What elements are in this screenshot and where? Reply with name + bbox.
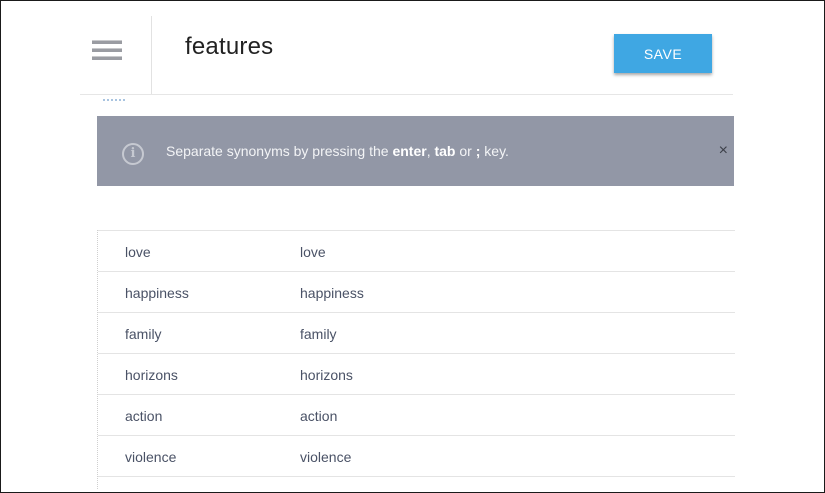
synonyms-table: love love happiness happiness family fam…	[97, 230, 735, 489]
info-banner: i Separate synonyms by pressing the ente…	[97, 116, 734, 186]
info-icon: i	[122, 143, 144, 165]
close-icon[interactable]: ×	[719, 142, 728, 160]
entry-value[interactable]: horizons	[125, 367, 178, 383]
save-button[interactable]: SAVE	[614, 34, 712, 73]
entry-synonym[interactable]: horizons	[300, 367, 353, 383]
key-enter: enter	[392, 143, 427, 159]
entry-synonym[interactable]: violence	[300, 449, 351, 465]
table-row-partial	[98, 476, 735, 489]
table-row[interactable]: violence violence	[98, 435, 735, 476]
entry-value[interactable]: happiness	[125, 285, 189, 301]
page-title: features	[185, 33, 274, 60]
entry-value[interactable]: action	[125, 408, 162, 424]
header-divider	[80, 94, 733, 95]
info-text-part: Separate synonyms by pressing the	[166, 143, 393, 159]
entry-synonym[interactable]: family	[300, 326, 337, 342]
table-row[interactable]: action action	[98, 394, 735, 435]
info-message: Separate synonyms by pressing the enter,…	[166, 143, 509, 159]
entry-value[interactable]: family	[125, 326, 162, 342]
hamburger-menu-icon	[92, 40, 122, 60]
entry-synonym[interactable]: happiness	[300, 285, 364, 301]
entry-synonym[interactable]: love	[300, 244, 326, 260]
table-row[interactable]: love love	[98, 230, 735, 271]
entry-value[interactable]: love	[125, 244, 151, 260]
info-text-part: key.	[480, 143, 509, 159]
table-row[interactable]: family family	[98, 312, 735, 353]
menu-button[interactable]	[80, 16, 152, 94]
key-tab: tab	[434, 143, 456, 159]
info-text-part: or	[455, 143, 476, 159]
table-row[interactable]: horizons horizons	[98, 353, 735, 394]
entry-value[interactable]: violence	[125, 449, 176, 465]
table-row[interactable]: happiness happiness	[98, 271, 735, 312]
entry-synonym[interactable]: action	[300, 408, 337, 424]
